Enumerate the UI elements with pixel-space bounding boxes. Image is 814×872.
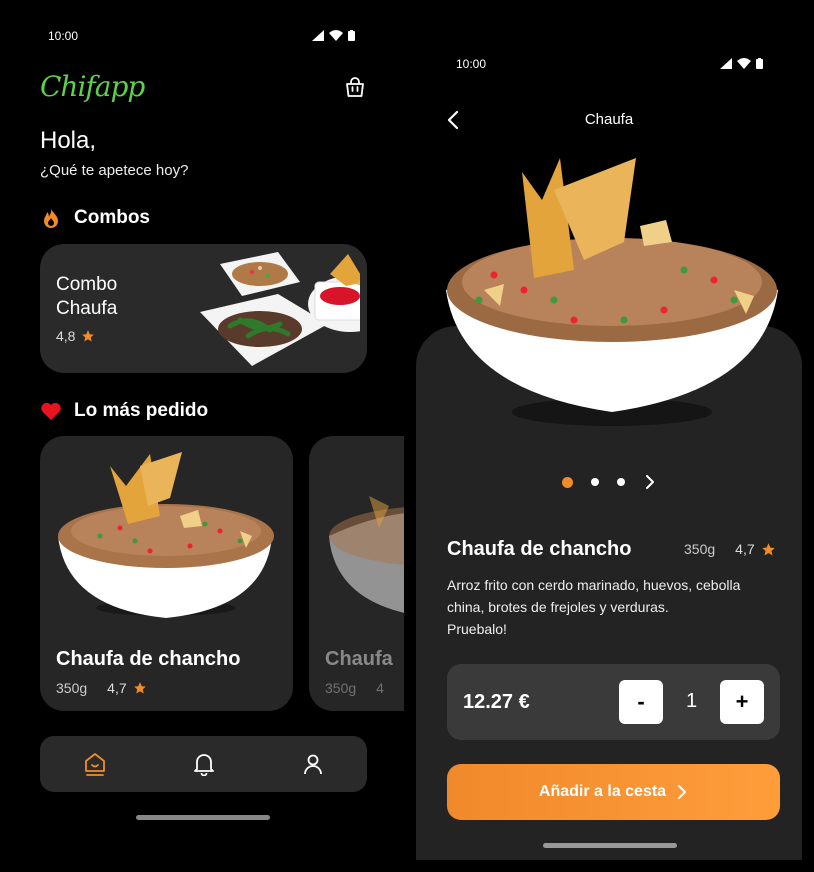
status-icons	[720, 58, 763, 69]
decrease-quantity-button[interactable]: -	[619, 680, 663, 724]
add-to-cart-button[interactable]: Añadir a la cesta	[447, 764, 780, 820]
food-name: Chaufa	[325, 648, 393, 670]
food-weight: 350g	[56, 680, 88, 696]
home-screen: 10:00 Chifapp Hola, ¿Qué te apetece hoy?…	[0, 0, 404, 872]
home-icon	[84, 753, 105, 776]
popular-title: Lo más pedido	[74, 400, 209, 421]
user-icon	[303, 754, 322, 775]
greeting-question: ¿Qué te apetece hoy?	[40, 162, 189, 179]
shopping-bag-icon[interactable]	[344, 76, 366, 98]
combo-image	[200, 252, 360, 366]
dish-weight: 350g	[684, 541, 716, 557]
battery-icon	[348, 30, 355, 41]
status-time: 10:00	[48, 29, 79, 43]
star-icon	[761, 542, 775, 555]
nav-home[interactable]	[75, 744, 115, 784]
dish-meta: 350g 4,7	[684, 541, 776, 557]
dish-rating-value: 4,7	[735, 541, 755, 557]
dish-image	[446, 158, 778, 426]
combos-title: Combos	[74, 207, 150, 228]
food-meta: 350g 4	[325, 680, 384, 696]
description-line: china, brotes de frejoles y verduras.	[447, 599, 669, 615]
food-rating: 4,7	[107, 680, 146, 696]
app-logo: Chifapp	[40, 70, 145, 103]
bell-icon	[193, 754, 214, 776]
food-rating-value: 4	[376, 680, 384, 696]
bottom-nav	[40, 736, 367, 792]
battery-icon	[756, 58, 763, 69]
wifi-icon	[329, 30, 343, 41]
food-card[interactable]: Chaufa de chancho 350g 4,7	[40, 436, 293, 711]
wifi-icon	[737, 58, 751, 69]
description-line: Pruebalo!	[447, 621, 507, 637]
dish-description: Arroz frito con cerdo marinado, huevos, …	[447, 574, 777, 640]
signal-icon	[312, 30, 324, 41]
food-image	[329, 496, 404, 613]
combos-header: Combos	[40, 207, 150, 229]
add-to-cart-label: Añadir a la cesta	[538, 783, 667, 800]
carousel-dot[interactable]	[616, 478, 625, 486]
home-indicator	[543, 843, 677, 848]
star-icon	[82, 330, 95, 342]
home-indicator	[136, 815, 270, 820]
combo-rating: 4,8	[56, 328, 95, 344]
combo-card[interactable]: Combo Chaufa 4,8	[40, 244, 367, 373]
status-icons	[312, 30, 355, 41]
status-time: 10:00	[456, 57, 487, 71]
dish-name: Chaufa de chancho	[447, 538, 632, 560]
increase-quantity-button[interactable]: +	[720, 680, 764, 724]
food-name: Chaufa de chancho	[56, 648, 241, 670]
food-meta: 350g 4,7	[56, 680, 147, 696]
price-quantity-box: 12.27 € - 1 +	[447, 664, 780, 740]
page-title: Chaufa	[584, 111, 634, 128]
food-card-partial[interactable]: Chaufa 350g 4	[309, 436, 404, 711]
chevron-right-icon	[678, 785, 687, 799]
dish-rating: 4,7	[735, 541, 775, 557]
combo-name: Combo Chaufa	[56, 274, 118, 319]
food-weight: 350g	[325, 680, 357, 696]
combo-rating-value: 4,8	[56, 328, 76, 344]
carousel-dot-active[interactable]	[561, 476, 573, 488]
price: 12.27 €	[463, 691, 530, 713]
nav-profile[interactable]	[293, 744, 333, 784]
fire-icon	[44, 208, 58, 228]
star-icon	[133, 682, 146, 694]
popular-header: Lo más pedido	[40, 400, 208, 422]
image-carousel-indicator	[404, 474, 814, 490]
chevron-right-icon[interactable]	[643, 474, 657, 490]
food-rating-value: 4,7	[107, 680, 127, 696]
description-line: Arroz frito con cerdo marinado, huevos, …	[447, 577, 741, 593]
carousel-dot[interactable]	[590, 478, 599, 486]
food-image	[58, 452, 274, 618]
nav-notifications[interactable]	[184, 744, 224, 784]
quantity-value: 1	[685, 690, 698, 712]
signal-icon	[720, 58, 732, 69]
greeting: Hola,	[40, 127, 97, 154]
heart-icon	[41, 402, 61, 421]
detail-screen: 10:00 Chaufa Chaufa de chancho 350g 4,7 …	[404, 0, 814, 872]
